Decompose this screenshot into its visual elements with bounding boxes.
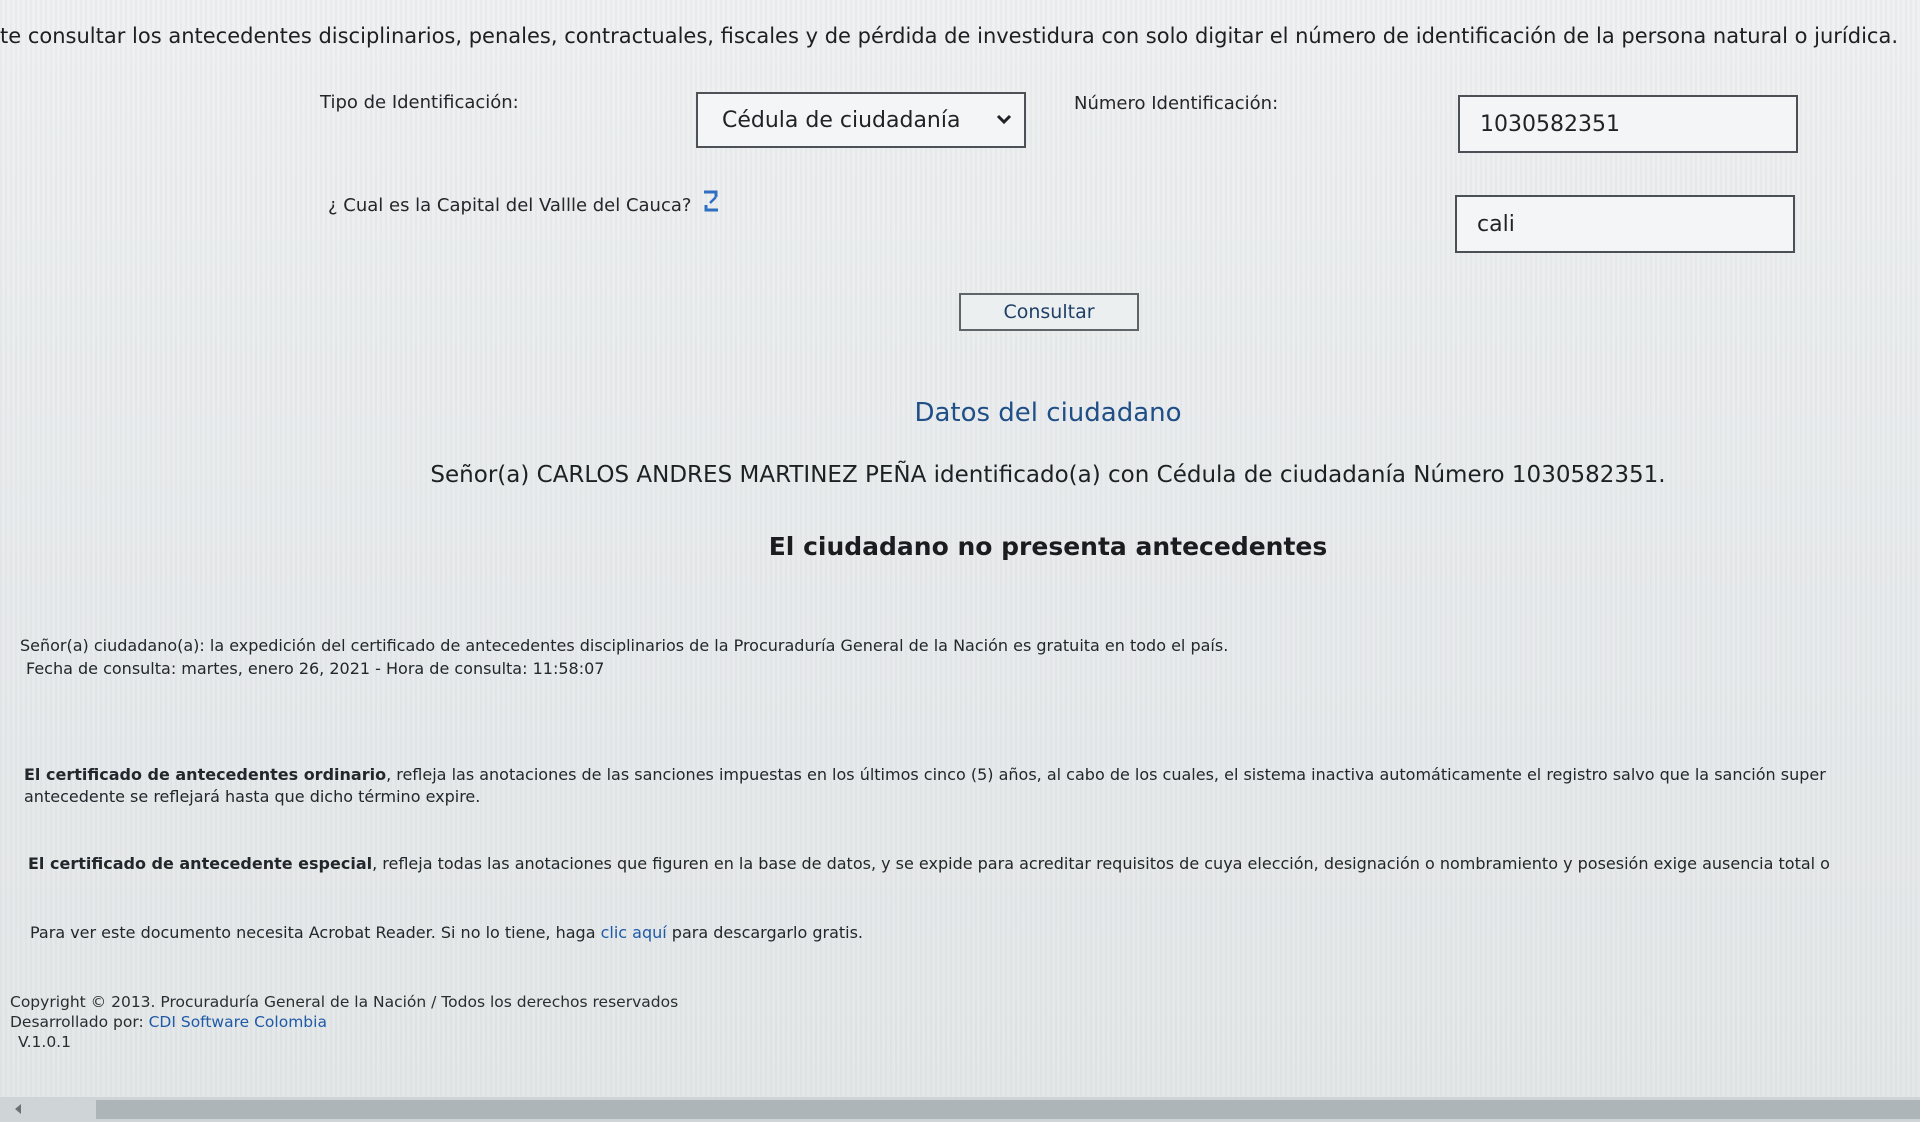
- ordinary-certificate-body: , refleja las anotaciones de las sancion…: [386, 765, 1826, 784]
- acrobat-download-link[interactable]: clic aquí: [601, 923, 667, 942]
- special-certificate-title: El certificado de antecedente especial: [28, 854, 373, 873]
- consultar-button[interactable]: Consultar: [959, 293, 1139, 331]
- arrow-left-icon[interactable]: [10, 1101, 26, 1117]
- special-certificate-body: , refleja todas las anotaciones que figu…: [372, 854, 1830, 873]
- numero-identificacion-label: Número Identificación:: [1074, 93, 1279, 114]
- numero-identificacion-value: 1030582351: [1480, 111, 1620, 137]
- acrobat-reader-text: Para ver este documento necesita Acrobat…: [30, 923, 863, 942]
- query-date-text: Fecha de consulta: martes, enero 26, 202…: [26, 659, 605, 678]
- page-background: te consultar los antecedentes disciplina…: [0, 0, 1920, 1122]
- ordinary-certificate-title: El certificado de antecedentes ordinario: [24, 765, 387, 784]
- version-text: V.1.0.1: [18, 1033, 71, 1051]
- tipo-identificacion-label: Tipo de Identificación:: [320, 92, 519, 113]
- tipo-identificacion-select[interactable]: Cédula de ciudadanía: [696, 92, 1026, 148]
- datos-ciudadano-title: Datos del ciudadano: [914, 398, 1182, 428]
- captcha-answer-value: cali: [1477, 211, 1515, 237]
- horizontal-scrollbar[interactable]: [0, 1097, 1920, 1122]
- ordinary-certificate-line2: antecedente se reflejará hasta que dicho…: [24, 787, 481, 806]
- scrollbar-thumb[interactable]: [96, 1100, 1920, 1119]
- captcha-question-label: ¿ Cual es la Capital del Vallle del Cauc…: [328, 195, 692, 216]
- acrobat-text-before: Para ver este documento necesita Acrobat…: [30, 923, 601, 942]
- cdi-software-link[interactable]: CDI Software Colombia: [149, 1013, 327, 1031]
- tipo-identificacion-value: Cédula de ciudadanía: [722, 107, 961, 133]
- antecedentes-status: El ciudadano no presenta antecedentes: [768, 532, 1328, 561]
- free-certificate-notice: Señor(a) ciudadano(a): la expedición del…: [20, 636, 1229, 655]
- developed-by-prefix: Desarrollado por:: [10, 1013, 149, 1031]
- intro-text: te consultar los antecedentes disciplina…: [0, 24, 1899, 48]
- copyright-text: Copyright © 2013. Procuraduría General d…: [10, 993, 679, 1011]
- numero-identificacion-input[interactable]: 1030582351: [1458, 95, 1798, 153]
- citizen-identification-text: Señor(a) CARLOS ANDRES MARTINEZ PEÑA ide…: [430, 462, 1666, 488]
- ordinary-certificate-text: El certificado de antecedentes ordinario…: [24, 765, 1826, 784]
- chevron-down-icon: [996, 114, 1012, 125]
- special-certificate-text: El certificado de antecedente especial, …: [28, 854, 1830, 873]
- acrobat-text-after: para descargarlo gratis.: [666, 923, 864, 942]
- refresh-icon[interactable]: [700, 188, 722, 214]
- captcha-answer-input[interactable]: cali: [1455, 195, 1795, 253]
- developed-by-text: Desarrollado por: CDI Software Colombia: [10, 1013, 327, 1031]
